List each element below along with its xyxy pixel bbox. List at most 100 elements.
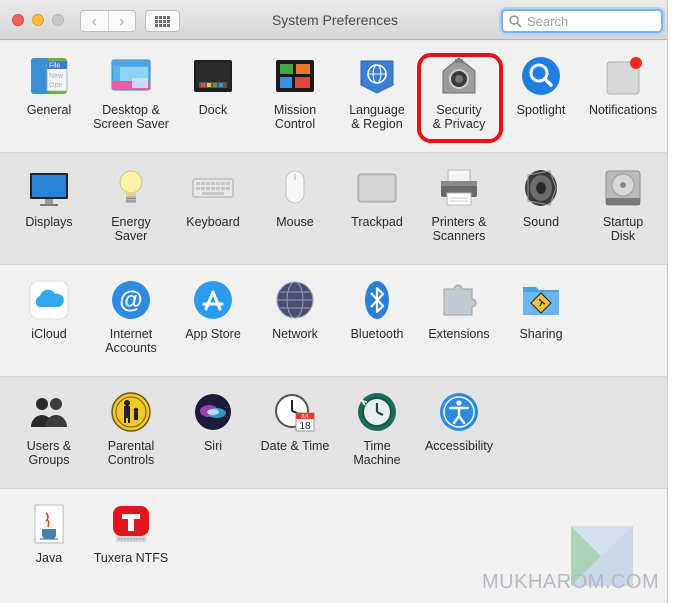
pane-users-groups[interactable]: Users & Groups — [8, 387, 90, 482]
pane-time-machine[interactable]: Time Machine — [336, 387, 418, 482]
pane-label: Users & Groups — [26, 439, 72, 467]
pane-bluetooth[interactable]: Bluetooth — [336, 275, 418, 370]
pane-keyboard[interactable]: Keyboard — [172, 163, 254, 258]
pane-label: Parental Controls — [107, 439, 155, 467]
pane-printers-scanners[interactable]: Printers & Scanners — [418, 163, 500, 258]
highlight-ring — [417, 53, 503, 143]
pane-label: iCloud — [31, 327, 67, 341]
pane-mouse[interactable]: Mouse — [254, 163, 336, 258]
icloud-icon — [28, 279, 70, 321]
pane-sharing[interactable]: Sharing — [500, 275, 582, 370]
pane-network[interactable]: Network — [254, 275, 336, 370]
pane-label: Desktop & Screen Saver — [93, 103, 169, 131]
parental-controls-icon — [110, 391, 152, 433]
section-system: Users & Groups Parental Controls Siri JU… — [0, 377, 667, 489]
system-preferences-window: ‹ › System Preferences Search File New O… — [0, 0, 668, 603]
pane-label: Spotlight — [516, 103, 566, 117]
watermark-text: MUKHAROM.COM — [482, 571, 660, 593]
title-bar: ‹ › System Preferences — [0, 0, 667, 40]
pane-label: General — [26, 103, 72, 117]
pane-label: Tuxera NTFS — [93, 551, 169, 565]
pane-label: Trackpad — [351, 215, 403, 229]
pane-dock[interactable]: Dock — [172, 51, 254, 146]
general-icon: File New Ope — [28, 55, 70, 97]
section-personal: File New Ope General Desktop & Screen Sa… — [0, 41, 667, 153]
pane-general[interactable]: File New Ope General — [8, 51, 90, 146]
internet-accounts-icon: @ — [110, 279, 152, 321]
pane-label: Internet Accounts — [105, 327, 157, 355]
pane-label: Sound — [522, 215, 560, 229]
pane-displays[interactable]: Displays — [8, 163, 90, 258]
extensions-icon — [438, 279, 480, 321]
pane-label: Accessibility — [424, 439, 494, 453]
network-icon — [274, 279, 316, 321]
pane-energy-saver[interactable]: Energy Saver — [90, 163, 172, 258]
pane-startup-disk[interactable]: Startup Disk — [582, 163, 664, 258]
sound-icon — [520, 167, 562, 209]
trackpad-icon — [356, 167, 398, 209]
pane-desktop-screen-saver[interactable]: Desktop & Screen Saver — [90, 51, 172, 146]
language-region-icon — [356, 55, 398, 97]
pane-label: Network — [272, 327, 318, 341]
pane-trackpad[interactable]: Trackpad — [336, 163, 418, 258]
spotlight-icon — [520, 55, 562, 97]
notifications-icon — [602, 55, 644, 97]
pane-label: Dock — [198, 103, 228, 117]
zoom-window-button[interactable] — [52, 14, 64, 26]
minimize-window-button[interactable] — [32, 14, 44, 26]
pane-app-store[interactable]: App Store — [172, 275, 254, 370]
pane-language-region[interactable]: Language & Region — [336, 51, 418, 146]
pane-label: Mouse — [276, 215, 314, 229]
svg-text:18: 18 — [299, 421, 311, 432]
pane-java[interactable]: Java — [8, 499, 90, 594]
pane-accessibility[interactable]: Accessibility — [418, 387, 500, 482]
sharing-icon — [520, 279, 562, 321]
pane-label: App Store — [185, 327, 241, 341]
pane-extensions[interactable]: Extensions — [418, 275, 500, 370]
pane-label: Extensions — [428, 327, 490, 341]
pane-label: Time Machine — [353, 439, 401, 467]
printers-scanners-icon — [438, 167, 480, 209]
pane-label: Notifications — [588, 103, 658, 117]
pane-icloud[interactable]: iCloud — [8, 275, 90, 370]
pane-tuxera-ntfs[interactable]: Tuxera NTFS — [90, 499, 172, 594]
pane-parental-controls[interactable]: Parental Controls — [90, 387, 172, 482]
startup-disk-icon — [602, 167, 644, 209]
bluetooth-icon — [356, 279, 398, 321]
pane-notifications[interactable]: Notifications — [582, 51, 664, 146]
pane-label: Displays — [25, 215, 73, 229]
pane-label: Language & Region — [349, 103, 405, 131]
pane-security-privacy[interactable]: Security & Privacy — [417, 51, 503, 146]
pane-date-time[interactable]: JUL 18 Date & Time — [254, 387, 336, 482]
pane-label: Siri — [203, 439, 223, 453]
tuxera-ntfs-icon — [110, 503, 152, 545]
desktop-screensaver-icon — [110, 55, 152, 97]
pane-label: Java — [35, 551, 63, 565]
pane-internet-accounts[interactable]: @ Internet Accounts — [90, 275, 172, 370]
pane-label: Mission Control — [273, 103, 317, 131]
pane-label: Date & Time — [260, 439, 330, 453]
search-input[interactable] — [527, 13, 652, 29]
navigation-buttons: ‹ › — [80, 10, 136, 32]
svg-text:Ope: Ope — [49, 82, 62, 89]
pane-siri[interactable]: Siri — [172, 387, 254, 482]
app-store-icon — [192, 279, 234, 321]
dock-icon — [192, 55, 234, 97]
section-hardware: Displays Energy Saver Keyboard Mouse Tra… — [0, 153, 667, 265]
show-all-button[interactable] — [145, 10, 180, 32]
pane-mission-control[interactable]: Mission Control — [254, 51, 336, 146]
users-groups-icon — [28, 391, 70, 433]
search-icon — [509, 14, 522, 28]
search-field[interactable] — [501, 9, 663, 33]
pane-sound[interactable]: Sound — [500, 163, 582, 258]
svg-text:@: @ — [119, 287, 142, 314]
siri-icon — [192, 391, 234, 433]
accessibility-icon — [438, 391, 480, 433]
svg-text:File: File — [49, 63, 60, 70]
keyboard-icon — [192, 167, 234, 209]
pane-spotlight[interactable]: Spotlight — [500, 51, 582, 146]
close-window-button[interactable] — [12, 14, 24, 26]
back-button[interactable]: ‹ — [81, 11, 108, 31]
mission-control-icon — [274, 55, 316, 97]
forward-button[interactable]: › — [107, 11, 136, 31]
